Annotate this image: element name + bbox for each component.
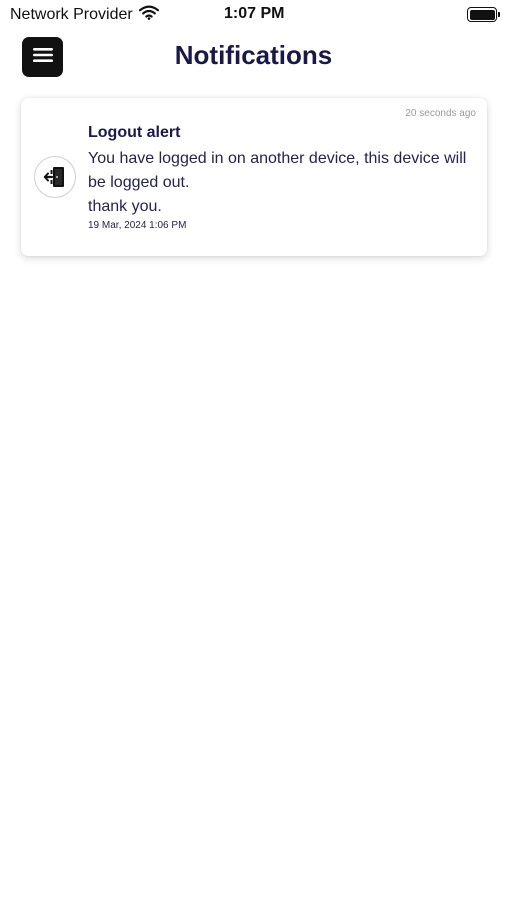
- status-bar: Network Provider 1:07 PM: [0, 0, 507, 30]
- carrier-group: Network Provider: [10, 5, 159, 25]
- battery-icon: [467, 7, 500, 22]
- wifi-icon: [138, 5, 159, 25]
- carrier-name: Network Provider: [10, 6, 133, 23]
- page-title: Notifications: [174, 40, 333, 70]
- notification-message: You have logged in on another device, th…: [88, 150, 467, 215]
- status-time: 1:07 PM: [224, 5, 285, 22]
- notification-card[interactable]: 20 seconds ago Logout alert You have log…: [21, 98, 487, 256]
- notification-timestamp: 19 Mar, 2024 1:06 PM: [88, 220, 187, 231]
- notification-relative-time: 20 seconds ago: [405, 108, 476, 119]
- logout-door-icon: [34, 156, 76, 198]
- notification-title: Logout alert: [88, 124, 181, 141]
